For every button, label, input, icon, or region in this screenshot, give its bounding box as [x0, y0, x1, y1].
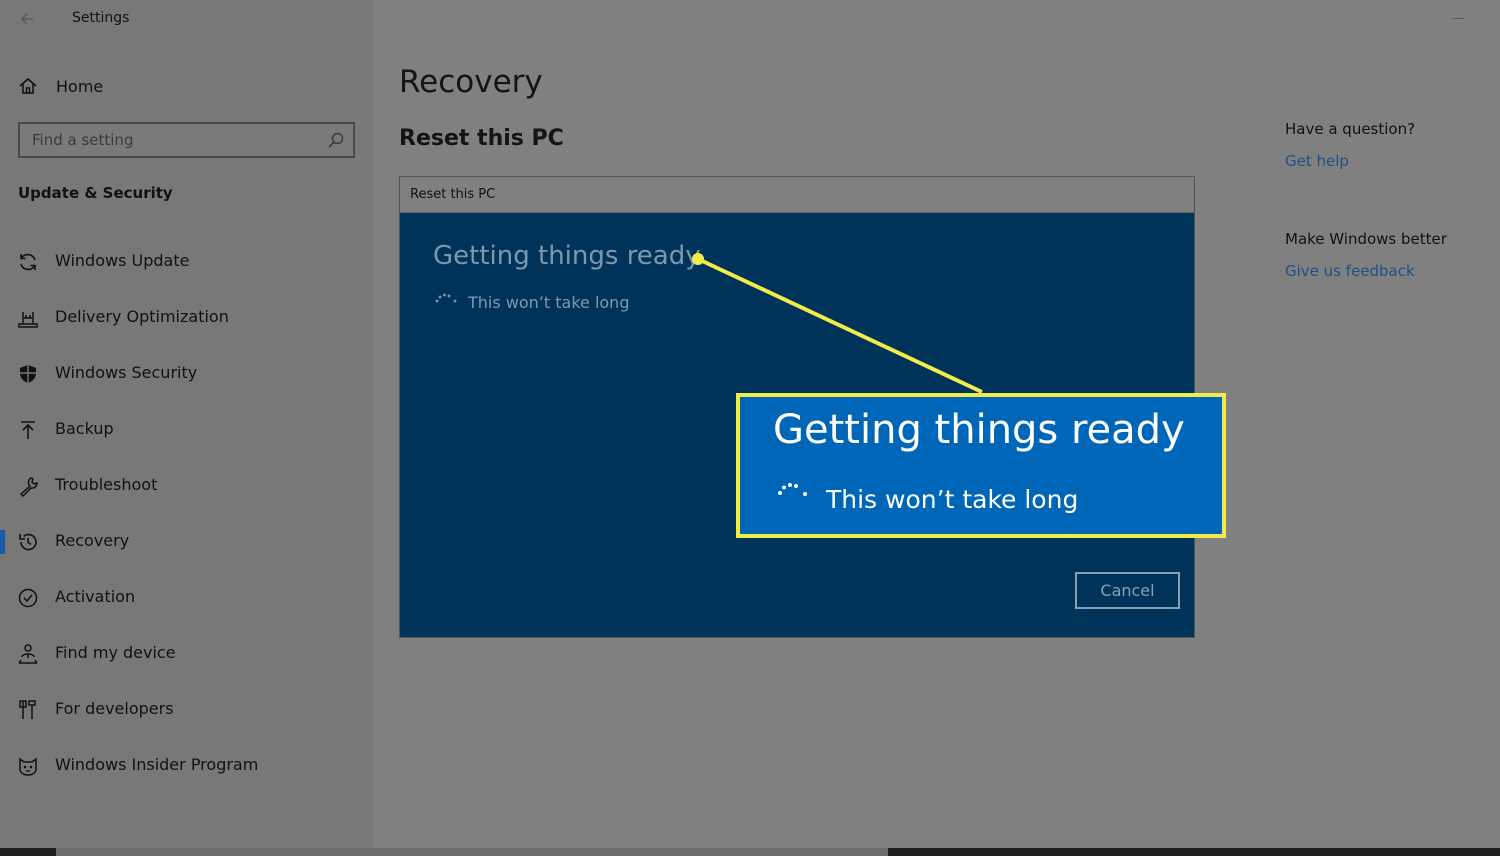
taskbar-segment	[56, 848, 888, 856]
back-arrow-icon[interactable]	[17, 8, 41, 30]
home-icon	[19, 77, 37, 94]
app-title: Settings	[72, 10, 130, 26]
zoom-callout: Getting things ready This won’t take lon…	[736, 393, 1226, 538]
sidebar-item-label: Delivery Optimization	[55, 307, 229, 326]
search-icon[interactable]	[327, 131, 345, 149]
sidebar-item-troubleshoot[interactable]: Troubleshoot	[0, 458, 373, 514]
sidebar-item-backup[interactable]: Backup	[0, 402, 373, 458]
sidebar-item-activation[interactable]: Activation	[0, 570, 373, 626]
sidebar-item-for-developers[interactable]: For developers	[0, 682, 373, 738]
sidebar-nav: Windows Update Delivery Optimization Win…	[0, 234, 373, 794]
get-help-link[interactable]: Get help	[1285, 152, 1349, 170]
developer-tools-icon	[19, 700, 36, 719]
home-label: Home	[56, 76, 104, 96]
taskbar-strip	[0, 848, 1500, 856]
sidebar-item-windows-security[interactable]: Windows Security	[0, 346, 373, 402]
feedback-link[interactable]: Give us feedback	[1285, 262, 1415, 280]
minimize-icon[interactable]	[1452, 12, 1466, 22]
dialog-heading: Getting things ready	[433, 241, 701, 271]
callout-subtext: This won’t take long	[826, 485, 1079, 514]
sidebar-item-delivery-optimization[interactable]: Delivery Optimization	[0, 290, 373, 346]
delivery-icon	[18, 312, 38, 328]
improve-heading: Make Windows better	[1285, 230, 1447, 248]
wrench-icon	[19, 477, 38, 497]
insider-cat-icon	[19, 757, 37, 776]
spinner-icon	[435, 293, 457, 303]
sidebar-item-label: Windows Insider Program	[55, 755, 259, 774]
shield-icon	[20, 365, 36, 383]
history-icon	[19, 533, 37, 551]
callout-heading: Getting things ready	[773, 407, 1185, 453]
section-heading: Reset this PC	[399, 126, 564, 151]
sidebar-home[interactable]: Home	[18, 72, 103, 100]
sidebar-item-label: For developers	[55, 699, 174, 718]
check-circle-icon	[18, 588, 38, 608]
sidebar-item-label: Activation	[55, 587, 136, 606]
sidebar-item-find-my-device[interactable]: Find my device	[0, 626, 373, 682]
search-box[interactable]	[18, 122, 355, 158]
section-title: Update & Security	[18, 184, 173, 202]
sidebar-item-label: Find my device	[55, 643, 176, 662]
help-question: Have a question?	[1285, 120, 1416, 138]
spinner-icon	[778, 483, 807, 496]
sidebar-item-label: Troubleshoot	[55, 475, 158, 494]
sidebar-item-windows-update[interactable]: Windows Update	[0, 234, 373, 290]
sidebar-item-label: Recovery	[55, 531, 130, 550]
backup-arrow-icon	[21, 421, 35, 439]
search-input[interactable]	[32, 129, 322, 151]
sync-icon	[20, 253, 36, 271]
page-title: Recovery	[399, 64, 543, 100]
sidebar-item-label: Backup	[55, 419, 114, 438]
sidebar-item-recovery[interactable]: Recovery	[0, 514, 373, 570]
cancel-button[interactable]: Cancel	[1075, 572, 1180, 609]
dialog-subtext: This won’t take long	[468, 293, 630, 312]
sidebar-item-label: Windows Security	[55, 363, 198, 382]
sidebar: Settings Home Update & Security Windows …	[0, 0, 373, 856]
dialog-titlebar: Reset this PC	[400, 177, 1194, 213]
person-location-icon	[18, 644, 38, 664]
sidebar-item-label: Windows Update	[55, 251, 190, 270]
sidebar-item-windows-insider-program[interactable]: Windows Insider Program	[0, 738, 373, 794]
dialog-title: Reset this PC	[410, 187, 496, 202]
